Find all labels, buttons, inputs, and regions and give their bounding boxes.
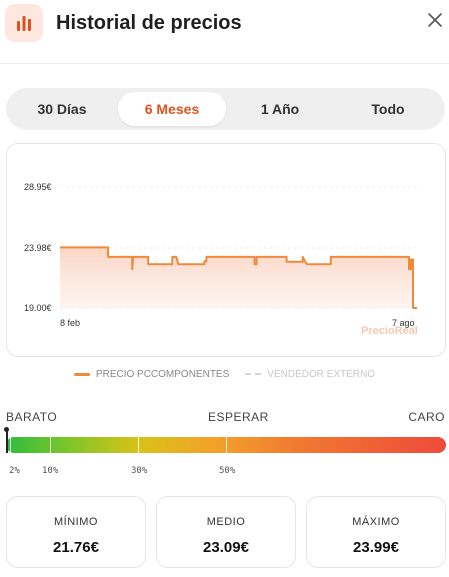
tab-1-ano[interactable]: 1 Año xyxy=(228,92,332,126)
header-divider xyxy=(0,63,449,64)
y-tick-label: 19.00€ xyxy=(24,303,52,313)
tab-todo[interactable]: Todo xyxy=(336,92,440,126)
legend-item-pccomponentes[interactable]: PRECIO PCCOMPONENTES xyxy=(73,368,230,380)
stat-label: MÁXIMO xyxy=(352,516,400,528)
y-tick-label: 23.98€ xyxy=(24,243,52,253)
stat-value: 23.99€ xyxy=(353,539,399,556)
stat-label: MEDIO xyxy=(206,516,246,528)
range-tabs: 30 Días 6 Meses 1 Año Todo xyxy=(6,88,445,130)
price-scale-labels: BARATO ESPERAR CARO xyxy=(0,410,449,426)
tab-6-meses[interactable]: 6 Meses xyxy=(118,92,226,126)
bar-chart-icon xyxy=(5,4,43,42)
price-chart-card: 28.95€ 23.98€ 19.00€ 8 feb 7 ago PrecioR… xyxy=(6,143,446,357)
scale-tick xyxy=(138,437,139,453)
scale-label-caro: CARO xyxy=(408,410,445,424)
stat-card-maximo: MÁXIMO 23.99€ xyxy=(306,496,446,568)
dialog-header: Historial de precios xyxy=(0,0,449,62)
scale-tick xyxy=(10,437,11,453)
percent-label: 30% xyxy=(131,466,148,476)
close-icon[interactable] xyxy=(427,12,449,34)
stat-card-minimo: MÍNIMO 21.76€ xyxy=(6,496,146,568)
legend-label: PRECIO PCCOMPONENTES xyxy=(95,368,230,380)
stat-value: 23.09€ xyxy=(203,539,249,556)
legend-swatch xyxy=(245,373,262,375)
current-price-marker-line xyxy=(6,431,8,453)
scale-label-esperar: ESPERAR xyxy=(208,410,269,424)
scale-tick xyxy=(50,437,51,453)
stat-card-medio: MEDIO 23.09€ xyxy=(156,496,296,568)
price-chart: 28.95€ 23.98€ 19.00€ 8 feb 7 ago PrecioR… xyxy=(24,182,419,337)
watermark: PrecioReal xyxy=(361,325,418,337)
percent-label: 2% xyxy=(9,466,20,476)
legend-label: VENDEDOR EXTERNO xyxy=(267,368,376,380)
scale-tick xyxy=(226,437,227,453)
price-scale-bar xyxy=(6,437,446,453)
stat-value: 21.76€ xyxy=(53,539,99,556)
tab-30-dias[interactable]: 30 Días xyxy=(10,92,114,126)
chart-legend: PRECIO PCCOMPONENTES VENDEDOR EXTERNO xyxy=(0,366,449,382)
scale-label-barato: BARATO xyxy=(6,410,58,424)
stat-label: MÍNIMO xyxy=(54,516,98,528)
y-tick-label: 28.95€ xyxy=(24,182,52,192)
x-tick-label: 8 feb xyxy=(60,318,80,328)
percent-label: 50% xyxy=(219,466,236,476)
percent-label: 10% xyxy=(42,466,59,476)
dialog-title: Historial de precios xyxy=(56,12,242,34)
legend-swatch xyxy=(73,372,90,376)
legend-item-vendedor-externo[interactable]: VENDEDOR EXTERNO xyxy=(245,369,375,380)
